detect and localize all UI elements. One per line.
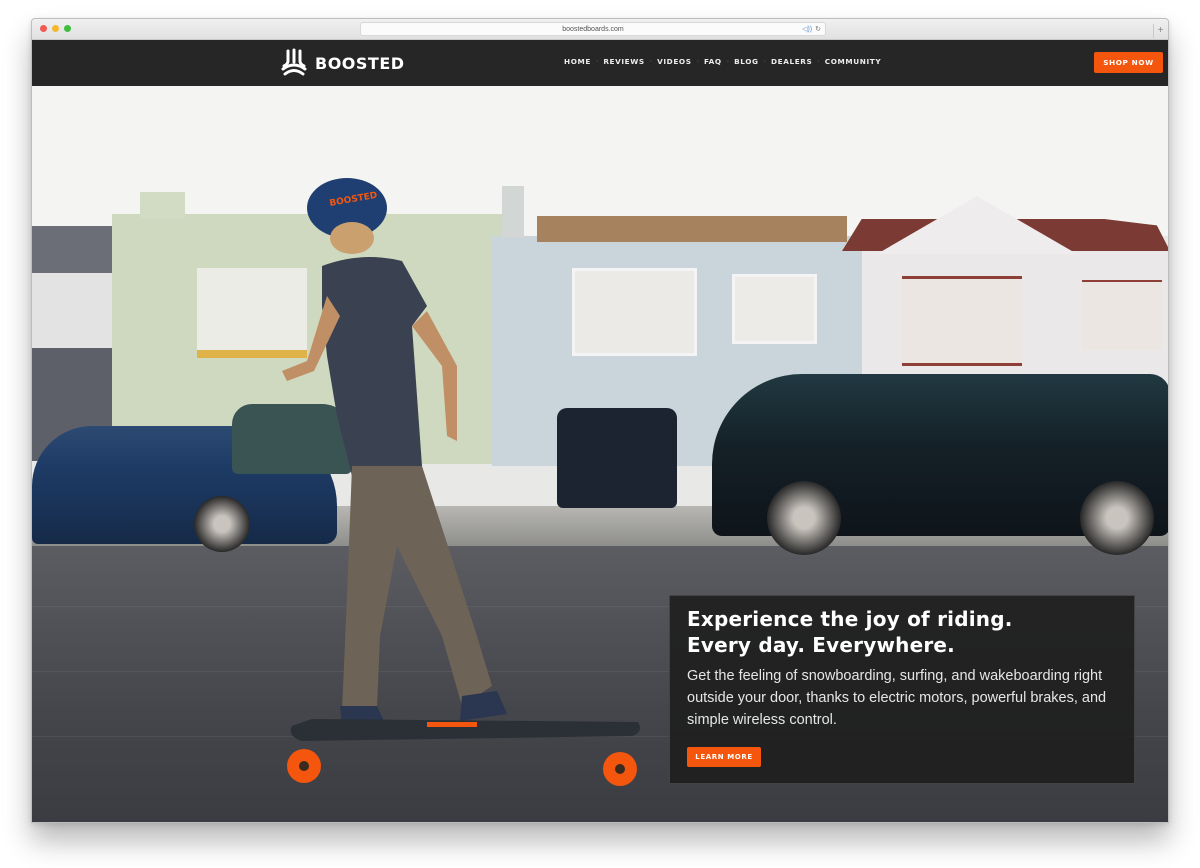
board-logo <box>427 722 477 727</box>
minimize-window-button[interactable] <box>52 25 59 32</box>
hero-section: BOOSTED Experience the joy of riding. Ev… <box>32 86 1168 822</box>
address-bar[interactable]: boostedboards.com ◁)) ↻ <box>360 22 826 36</box>
reload-icon[interactable]: ↻ <box>815 26 821 33</box>
hero-info-panel: Experience the joy of riding. Every day.… <box>669 595 1135 784</box>
nav-dealers[interactable]: DEALERS <box>771 57 812 66</box>
close-window-button[interactable] <box>40 25 47 32</box>
car-wheel <box>194 496 250 552</box>
wheel-hub <box>615 764 625 774</box>
shirt <box>322 257 427 476</box>
nav-community[interactable]: COMMUNITY <box>825 57 882 66</box>
car-wheel <box>1080 481 1154 555</box>
speaker-icon[interactable]: ◁)) <box>802 26 812 33</box>
site-navigation: BOOSTED HOME · REVIEWS · VIDEOS · FAQ · … <box>32 40 1168 86</box>
window <box>732 274 817 344</box>
new-tab-button[interactable]: + <box>1153 24 1167 38</box>
head <box>330 222 374 254</box>
nav-reviews[interactable]: REVIEWS <box>603 57 644 66</box>
window <box>1082 280 1162 350</box>
learn-more-button[interactable]: LEARN MORE <box>687 747 761 767</box>
chimney <box>140 192 185 218</box>
boosted-logo-icon <box>281 48 307 76</box>
main-menu: HOME · REVIEWS · VIDEOS · FAQ · BLOG · D… <box>564 57 881 66</box>
browser-window: boostedboards.com ◁))↻ + BOOSTED HOME · <box>31 18 1169 823</box>
shop-now-button[interactable]: SHOP NOW <box>1094 52 1163 73</box>
pants <box>342 466 492 711</box>
nav-blog[interactable]: BLOG <box>734 57 759 66</box>
window <box>902 276 1022 366</box>
menu-separator: · <box>595 58 599 65</box>
nav-home[interactable]: HOME <box>564 57 591 66</box>
browser-toolbar: boostedboards.com ◁)) ↻ + <box>32 19 1168 40</box>
skateboard-rider: BOOSTED <box>282 178 640 786</box>
nav-videos[interactable]: VIDEOS <box>657 57 691 66</box>
hero-title-line-2: Every day. Everywhere. <box>687 633 955 657</box>
menu-separator: · <box>726 58 730 65</box>
wheel-hub <box>299 761 309 771</box>
car-wheel <box>767 481 841 555</box>
nav-faq[interactable]: FAQ <box>704 57 722 66</box>
hero-title-line-1: Experience the joy of riding. <box>687 607 1013 631</box>
brand-name: BOOSTED <box>315 53 405 73</box>
menu-separator: · <box>649 58 653 65</box>
maximize-window-button[interactable] <box>64 25 71 32</box>
menu-separator: · <box>763 58 766 65</box>
brand-logo[interactable]: BOOSTED <box>279 48 405 78</box>
url-text: boostedboards.com <box>562 26 624 33</box>
menu-separator: · <box>696 58 699 65</box>
hero-description: Get the feeling of snowboarding, surfing… <box>687 668 1107 728</box>
shoe-right <box>460 691 507 721</box>
menu-separator: · <box>817 58 820 65</box>
hero-title: Experience the joy of riding. Every day.… <box>687 606 1013 658</box>
